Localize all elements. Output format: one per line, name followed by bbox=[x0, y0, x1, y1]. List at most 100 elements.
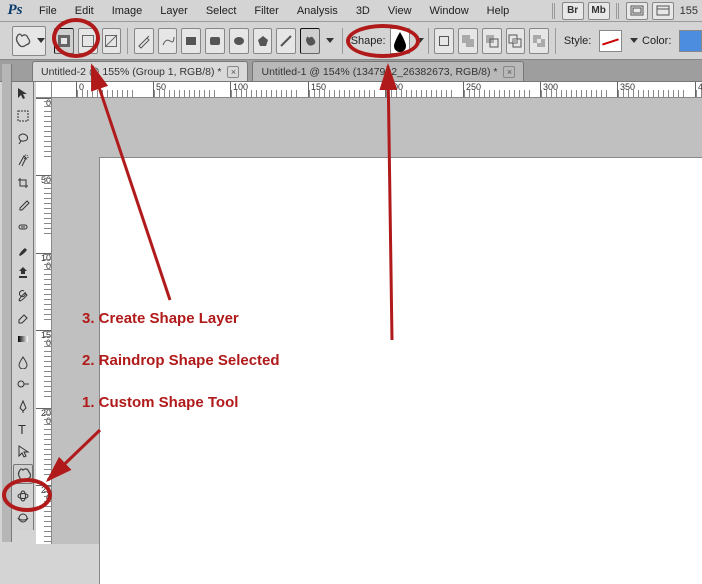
combine-exclude-button[interactable] bbox=[529, 28, 549, 54]
eraser-tool[interactable] bbox=[13, 307, 33, 327]
menu-select[interactable]: Select bbox=[197, 0, 246, 22]
ruler-tick: 50 bbox=[41, 175, 51, 185]
ruler-tick: 150 bbox=[311, 82, 326, 92]
minibridge-badge[interactable]: Mb bbox=[588, 2, 610, 20]
custom-shape-tool[interactable] bbox=[13, 464, 33, 484]
chevron-down-icon[interactable] bbox=[416, 38, 424, 43]
tool-preset-picker[interactable] bbox=[12, 26, 46, 56]
close-icon[interactable]: × bbox=[503, 66, 515, 78]
raindrop-icon bbox=[391, 30, 409, 52]
canvas-area[interactable] bbox=[52, 98, 702, 544]
combine-add-button[interactable] bbox=[458, 28, 478, 54]
ruler-origin[interactable] bbox=[36, 82, 52, 98]
ruler-tick: 200 bbox=[388, 82, 403, 92]
type-tool[interactable]: T bbox=[13, 419, 33, 439]
menu-bar: Ps File Edit Image Layer Select Filter A… bbox=[0, 0, 702, 22]
app-logo-icon: Ps bbox=[0, 0, 30, 22]
document-tab[interactable]: Untitled-1 @ 154% (1347992_26382673, RGB… bbox=[252, 61, 524, 81]
3d-rotate-tool[interactable] bbox=[13, 486, 33, 506]
options-divider bbox=[342, 28, 343, 54]
ruler-tick: 250 bbox=[466, 82, 481, 92]
3d-orbit-tool[interactable] bbox=[13, 508, 33, 528]
ruler-tick: 400 bbox=[698, 82, 702, 92]
zoom-readout: 155 bbox=[676, 5, 702, 17]
options-bar: Shape: Style: Color: bbox=[0, 22, 702, 60]
document-tab-title: Untitled-2 @ 155% (Group 1, RGB/8) * bbox=[41, 62, 221, 82]
combine-subtract-button[interactable] bbox=[482, 28, 502, 54]
eyedropper-tool[interactable] bbox=[13, 195, 33, 215]
ellipse-shape-button[interactable] bbox=[229, 28, 249, 54]
menu-image[interactable]: Image bbox=[103, 0, 152, 22]
color-picker[interactable] bbox=[679, 30, 702, 52]
rectangle-shape-button[interactable] bbox=[181, 28, 201, 54]
chevron-down-icon[interactable] bbox=[630, 38, 638, 43]
screen-mode-icon[interactable] bbox=[652, 2, 674, 20]
stamp-tool[interactable] bbox=[13, 262, 33, 282]
shape-preset-thumb[interactable] bbox=[390, 28, 410, 54]
menu-filter[interactable]: Filter bbox=[245, 0, 287, 22]
custom-shape-icon bbox=[13, 31, 33, 51]
view-extras-icon[interactable] bbox=[626, 2, 648, 20]
document-tabs-bar: Untitled-2 @ 155% (Group 1, RGB/8) * × U… bbox=[0, 60, 702, 82]
style-label: Style: bbox=[564, 35, 592, 47]
ruler-tick: 100 bbox=[41, 253, 51, 271]
line-shape-button[interactable] bbox=[276, 28, 296, 54]
ruler-tick: 350 bbox=[620, 82, 635, 92]
polygon-shape-button[interactable] bbox=[253, 28, 273, 54]
document-tab-active[interactable]: Untitled-2 @ 155% (Group 1, RGB/8) * × bbox=[32, 61, 248, 81]
move-tool[interactable] bbox=[13, 83, 33, 103]
ruler-tick: 200 bbox=[41, 408, 51, 426]
ruler-tick: 50 bbox=[156, 82, 166, 92]
path-select-tool[interactable] bbox=[13, 441, 33, 461]
pen-tool-button[interactable] bbox=[134, 28, 154, 54]
menu-file[interactable]: File bbox=[30, 0, 66, 22]
ruler-tick: 300 bbox=[543, 82, 558, 92]
history-brush-tool[interactable] bbox=[13, 285, 33, 305]
bridge-badge[interactable]: Br bbox=[562, 2, 584, 20]
color-label: Color: bbox=[642, 35, 671, 47]
options-divider bbox=[428, 28, 429, 54]
menu-edit[interactable]: Edit bbox=[66, 0, 103, 22]
lasso-tool[interactable] bbox=[13, 128, 33, 148]
menu-analysis[interactable]: Analysis bbox=[288, 0, 347, 22]
chevron-down-icon[interactable] bbox=[326, 38, 334, 43]
layer-style-picker[interactable] bbox=[599, 30, 622, 52]
toolbox: T bbox=[12, 82, 34, 530]
dodge-tool[interactable] bbox=[13, 374, 33, 394]
blur-tool[interactable] bbox=[13, 352, 33, 372]
document-canvas[interactable] bbox=[100, 158, 702, 584]
marquee-tool[interactable] bbox=[13, 106, 33, 126]
menu-view[interactable]: View bbox=[379, 0, 421, 22]
menu-divider bbox=[616, 3, 620, 19]
ruler-tick: 0 bbox=[46, 98, 51, 108]
rounded-rect-shape-button[interactable] bbox=[205, 28, 225, 54]
healing-tool[interactable] bbox=[13, 217, 33, 237]
ruler-tick: 100 bbox=[233, 82, 248, 92]
mode-fill-pixels-button[interactable] bbox=[102, 28, 122, 54]
menu-window[interactable]: Window bbox=[421, 0, 478, 22]
ruler-tick: 0 bbox=[79, 82, 84, 92]
combine-new-button[interactable] bbox=[434, 28, 454, 54]
options-divider bbox=[127, 28, 128, 54]
menu-3d[interactable]: 3D bbox=[347, 0, 379, 22]
custom-shape-button[interactable] bbox=[300, 28, 320, 54]
combine-intersect-button[interactable] bbox=[506, 28, 526, 54]
quick-select-tool[interactable] bbox=[13, 150, 33, 170]
crop-tool[interactable] bbox=[13, 173, 33, 193]
chevron-down-icon bbox=[37, 38, 45, 43]
ruler-vertical[interactable]: 0 50 100 150 200 250 300 bbox=[36, 98, 52, 544]
pen-tool[interactable] bbox=[13, 396, 33, 416]
left-dock-strip[interactable] bbox=[2, 64, 12, 542]
mode-shape-layers-button[interactable] bbox=[54, 28, 74, 54]
menu-help[interactable]: Help bbox=[478, 0, 519, 22]
freeform-pen-button[interactable] bbox=[158, 28, 178, 54]
options-divider bbox=[555, 28, 556, 54]
gradient-tool[interactable] bbox=[13, 329, 33, 349]
ruler-horizontal[interactable]: 0 50 100 150 200 250 300 350 400 bbox=[52, 82, 702, 98]
menu-layer[interactable]: Layer bbox=[151, 0, 197, 22]
mode-paths-button[interactable] bbox=[78, 28, 98, 54]
shape-label: Shape: bbox=[351, 35, 386, 47]
menu-divider bbox=[552, 3, 556, 19]
brush-tool[interactable] bbox=[13, 240, 33, 260]
close-icon[interactable]: × bbox=[227, 66, 239, 78]
